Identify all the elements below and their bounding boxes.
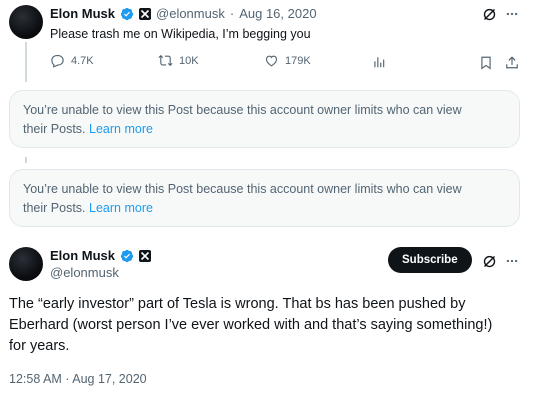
- verified-icon: [120, 7, 134, 21]
- like-button[interactable]: 179K: [264, 53, 311, 68]
- retweet-count: 10K: [179, 54, 199, 67]
- retweet-button[interactable]: 10K: [158, 53, 199, 68]
- notice-text-line1: You’re unable to view this Post because …: [23, 182, 462, 196]
- tweet-text: Please trash me on Wikipedia, I’m beggin…: [50, 27, 311, 41]
- more-icon[interactable]: [503, 252, 521, 270]
- tweet-text-line: for years.: [9, 338, 70, 354]
- views-icon[interactable]: [370, 53, 388, 71]
- main-tweet-header: Elon Musk: [50, 248, 152, 263]
- x-affiliate-icon: [139, 7, 152, 20]
- notice-text-line2: their Posts.: [23, 122, 86, 136]
- avatar[interactable]: [9, 247, 43, 281]
- reply-icon: [51, 54, 64, 68]
- author-name[interactable]: Elon Musk: [50, 6, 115, 21]
- author-name[interactable]: Elon Musk: [50, 248, 115, 263]
- thread-connector: [25, 157, 27, 163]
- retweet-icon: [158, 55, 173, 66]
- learn-more-link[interactable]: Learn more: [89, 122, 153, 136]
- grok-icon[interactable]: [480, 252, 498, 270]
- restricted-post-notice: You’re unable to view this Post because …: [9, 169, 520, 227]
- reply-count: 4.7K: [71, 54, 94, 67]
- grok-icon[interactable]: [480, 5, 498, 23]
- tweet-text-line: Eberhard (worst person I’ve ever worked …: [9, 317, 493, 333]
- share-icon[interactable]: [503, 53, 521, 71]
- notice-text-line1: You’re unable to view this Post because …: [23, 103, 462, 117]
- handle[interactable]: @elonmusk: [50, 265, 119, 280]
- handle[interactable]: @elonmusk: [156, 6, 225, 21]
- reply-button[interactable]: 4.7K: [50, 53, 94, 68]
- learn-more-link[interactable]: Learn more: [89, 201, 153, 215]
- bookmark-icon[interactable]: [477, 53, 495, 71]
- tweet1-header: Elon Musk @elonmusk · Aug 16, 2020: [50, 6, 317, 21]
- main-tweet-text: The “early investor” part of Tesla is wr…: [9, 294, 534, 357]
- subscribe-button[interactable]: Subscribe: [388, 247, 472, 273]
- notice-text-line2: their Posts.: [23, 201, 86, 215]
- avatar[interactable]: [9, 5, 43, 39]
- x-affiliate-icon: [139, 249, 152, 262]
- tweet-text-line: The “early investor” part of Tesla is wr…: [9, 296, 466, 312]
- verified-icon: [120, 249, 134, 263]
- more-icon[interactable]: [503, 5, 521, 23]
- thread-connector: [25, 42, 27, 82]
- tweet-timestamp[interactable]: 12:58 AM · Aug 17, 2020: [9, 372, 147, 386]
- tweet-date[interactable]: Aug 16, 2020: [239, 6, 316, 21]
- like-count: 179K: [285, 54, 311, 67]
- restricted-post-notice: You’re unable to view this Post because …: [9, 90, 520, 148]
- separator: ·: [229, 6, 235, 21]
- like-icon: [265, 55, 278, 67]
